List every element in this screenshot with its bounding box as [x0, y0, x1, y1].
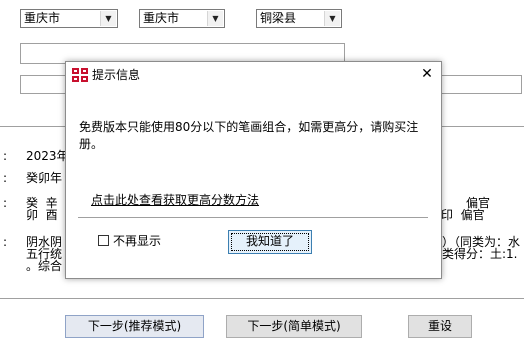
ganzhi-year-text: 癸卯年: [26, 171, 63, 185]
text-input-2-right[interactable]: [442, 75, 522, 94]
more-score-link[interactable]: 点击此处查看获取更高分数方法: [91, 193, 259, 207]
county-select[interactable]: 铜梁县 ▼: [256, 9, 342, 28]
wuxing-score-text: 类得分：土:1.: [442, 247, 518, 261]
text-input-2[interactable]: [20, 75, 70, 94]
dialog-divider: [78, 217, 428, 218]
next-simple-button[interactable]: 下一步(简单模式): [226, 315, 362, 338]
divider-bottom: [0, 298, 524, 299]
chevron-down-icon: ▼: [207, 11, 223, 26]
info-dialog: 提示信息 ✕ 免费版本只能使用80分以下的笔画组合，如需更高分，请购买注册。 点…: [65, 61, 442, 279]
dialog-message: 免费版本只能使用80分以下的笔画组合，如需更高分，请购买注册。: [79, 120, 419, 151]
province-value: 重庆市: [24, 11, 61, 25]
label-colon: :: [3, 196, 8, 210]
close-icon[interactable]: ✕: [419, 66, 435, 82]
app-logo-icon: [71, 67, 89, 83]
dialog-titlebar[interactable]: 提示信息 ✕: [66, 62, 441, 89]
branches-text: 卯 酉: [26, 208, 58, 222]
label-colon: :: [3, 171, 8, 185]
reset-button[interactable]: 重设: [408, 315, 472, 338]
next-recommended-button[interactable]: 下一步(推荐模式): [65, 315, 204, 338]
tengod-text: 印 偏官: [441, 208, 485, 222]
dont-show-again-checkbox[interactable]: [98, 235, 109, 246]
chevron-down-icon: ▼: [100, 11, 116, 26]
county-value: 铜梁县: [260, 11, 297, 25]
province-select[interactable]: 重庆市 ▼: [20, 9, 118, 28]
city-value: 重庆市: [143, 11, 180, 25]
wuxing-text: 。综合: [26, 259, 63, 273]
ok-button[interactable]: 我知道了: [228, 230, 312, 254]
city-select[interactable]: 重庆市 ▼: [139, 9, 225, 28]
label-colon: :: [3, 149, 8, 163]
dont-show-again-label[interactable]: 不再显示: [113, 234, 161, 248]
dialog-title: 提示信息: [92, 68, 141, 82]
chevron-down-icon: ▼: [324, 11, 340, 26]
year-text: 2023年: [26, 149, 69, 163]
label-colon: :: [3, 235, 8, 249]
